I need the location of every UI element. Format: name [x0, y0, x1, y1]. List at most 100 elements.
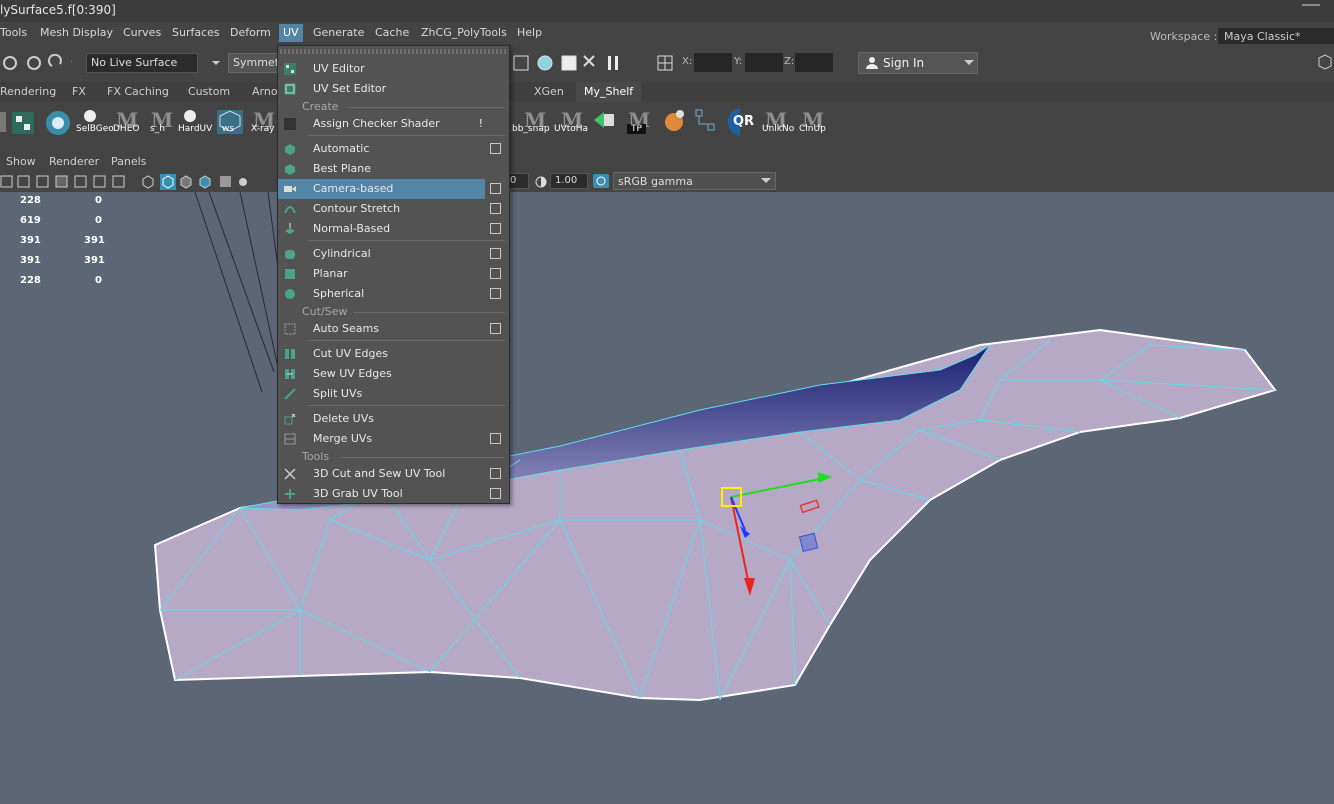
panel-menu-renderer[interactable]: Renderer — [49, 155, 99, 168]
shelf-button-harduv[interactable]: HardUV — [178, 124, 212, 134]
divider — [308, 135, 505, 136]
shelf-button-dheo[interactable]: DHEO — [113, 124, 139, 134]
shelf-button-ws[interactable]: ws — [222, 124, 234, 134]
menu-item-merge-uvs[interactable]: Merge UVs — [278, 429, 509, 449]
chevron-down-icon[interactable] — [206, 56, 226, 70]
z-field[interactable] — [795, 53, 833, 72]
checker-icon — [284, 118, 296, 130]
tab-fx-caching[interactable]: FX Caching — [107, 85, 169, 98]
menu-item-best-plane[interactable]: Best Plane — [278, 159, 509, 179]
viewport-3d[interactable] — [0, 192, 1334, 804]
merge-uvs-icon — [284, 433, 296, 445]
section-create: Create — [302, 100, 339, 113]
camera-based-option-box[interactable] — [490, 183, 501, 194]
cube-icon[interactable] — [1316, 52, 1334, 72]
panel-menu-bar: Show Renderer Panels — [0, 150, 1334, 172]
panel-menu-show[interactable]: Show — [6, 155, 36, 168]
divider — [354, 312, 505, 313]
menu-item-cylindrical[interactable]: Cylindrical — [278, 244, 509, 264]
workspace-label: Workspace : — [1150, 30, 1218, 43]
sign-in-button[interactable]: Sign In — [858, 52, 978, 74]
normal-based-option-box[interactable] — [490, 223, 501, 234]
color-management-icon[interactable] — [592, 173, 610, 189]
menu-zhcg-polytools[interactable]: ZhCG_PolyTools — [421, 26, 507, 39]
menu-item-cut-uv-edges[interactable]: Cut UV Edges — [278, 344, 509, 364]
shelf-button-bb-snap[interactable]: bb_snap — [512, 124, 550, 134]
menu-item-3d-grab-uv-tool[interactable]: 3D Grab UV Tool — [278, 484, 509, 504]
menu-item-normal-based[interactable]: Normal-Based — [278, 219, 509, 239]
transform-constraint-icon[interactable] — [656, 54, 674, 72]
cylindrical-option-box[interactable] — [490, 248, 501, 259]
shelf-button-selbgeo[interactable]: SelBGeo — [76, 124, 114, 134]
x-label: X: — [682, 56, 693, 67]
tab-my-shelf[interactable]: My_Shelf — [576, 82, 642, 102]
menu-item-contour-stretch[interactable]: Contour Stretch — [278, 199, 509, 219]
menu-surfaces[interactable]: Surfaces — [172, 26, 220, 39]
menu-curves[interactable]: Curves — [123, 26, 161, 39]
automatic-option-box[interactable] — [490, 143, 501, 154]
cut-uv-edges-icon — [285, 349, 295, 359]
gamma-field[interactable]: 1.00 — [550, 173, 588, 189]
chevron-down-icon — [761, 178, 771, 183]
cut-sew-tool-option-box[interactable] — [490, 468, 501, 479]
shelf-icons-right[interactable] — [590, 106, 740, 138]
x-field[interactable] — [694, 53, 732, 72]
section-tools: Tools — [302, 450, 330, 463]
menu-item-split-uvs[interactable]: Split UVs — [278, 384, 509, 404]
grab-uv-tool-option-box[interactable] — [490, 488, 501, 499]
tab-rendering[interactable]: Rendering — [0, 85, 56, 98]
shelf-button-clnup[interactable]: ClnUp — [799, 124, 826, 134]
tear-off-handle[interactable] — [280, 49, 507, 54]
menu-generate[interactable]: Generate — [313, 26, 364, 39]
menu-tools[interactable]: Tools — [0, 26, 27, 39]
spherical-option-box[interactable] — [490, 288, 501, 299]
qr-icon[interactable]: QR — [733, 114, 754, 129]
camera-icon — [284, 186, 296, 192]
shelf-button-s-h[interactable]: s_h — [150, 124, 165, 134]
menu-cache[interactable]: Cache — [375, 26, 409, 39]
symmetry-dropdown[interactable]: Symmetr — [228, 53, 284, 73]
menu-item-assign-checker-shader[interactable]: Assign Checker Shader ! — [278, 114, 509, 134]
minimize-icon[interactable] — [1302, 4, 1320, 6]
shelf-button-uvtoha[interactable]: UVtoHa — [554, 124, 588, 134]
tab-xgen[interactable]: XGen — [534, 85, 564, 98]
shelf: M M M SelBGeo DHEO s_h HardUV ws X-ray M… — [0, 102, 1334, 150]
render-icons[interactable] — [512, 52, 624, 74]
live-surface-field[interactable]: No Live Surface — [86, 53, 198, 73]
merge-uvs-option-box[interactable] — [490, 433, 501, 444]
menu-item-sew-uv-edges[interactable]: Sew UV Edges — [278, 364, 509, 384]
menu-item-spherical[interactable]: Spherical — [278, 284, 509, 304]
hud-value: 0 — [95, 195, 102, 206]
window-title: lySurface5.f[0:390] — [0, 3, 116, 17]
hud-value: 228 — [20, 275, 41, 286]
menu-item-delete-uvs[interactable]: Delete UVs — [278, 409, 509, 429]
menu-item-automatic[interactable]: Automatic — [278, 139, 509, 159]
panel-menu-panels[interactable]: Panels — [111, 155, 146, 168]
auto-seams-option-box[interactable] — [490, 323, 501, 334]
menu-mesh-display[interactable]: Mesh Display — [40, 26, 113, 39]
menu-deform[interactable]: Deform — [230, 26, 271, 39]
menu-item-planar[interactable]: Planar — [278, 264, 509, 284]
shelf-button-unlkno[interactable]: UnlkNo — [762, 124, 794, 134]
menu-item-3d-cut-and-sew-uv-tool[interactable]: 3D Cut and Sew UV Tool — [278, 464, 509, 484]
panel-toolbar-icons[interactable] — [0, 173, 280, 191]
tab-fx[interactable]: FX — [72, 85, 86, 98]
colorspace-dropdown[interactable]: sRGB gamma — [613, 172, 776, 190]
menu-uv[interactable]: UV — [279, 24, 303, 42]
tab-custom[interactable]: Custom — [188, 85, 230, 98]
menu-item-camera-based[interactable]: Camera-based — [278, 179, 485, 199]
uv-editor-icon — [284, 63, 296, 75]
y-field[interactable] — [745, 53, 783, 72]
exposure-field[interactable]: 0 — [507, 173, 529, 189]
shelf-button-xray[interactable]: X-ray — [251, 124, 275, 134]
menu-item-uv-set-editor[interactable]: UV Set Editor — [278, 79, 509, 99]
menu-help[interactable]: Help — [517, 26, 542, 39]
planar-option-box[interactable] — [490, 268, 501, 279]
snap-icons[interactable] — [2, 54, 72, 72]
scissors-icon — [284, 468, 296, 480]
menu-item-uv-editor[interactable]: UV Editor — [278, 59, 509, 79]
menu-item-auto-seams[interactable]: Auto Seams — [278, 319, 509, 339]
tab-arnold[interactable]: Arno — [252, 85, 278, 98]
normal-based-icon — [285, 223, 295, 234]
contour-stretch-option-box[interactable] — [490, 203, 501, 214]
